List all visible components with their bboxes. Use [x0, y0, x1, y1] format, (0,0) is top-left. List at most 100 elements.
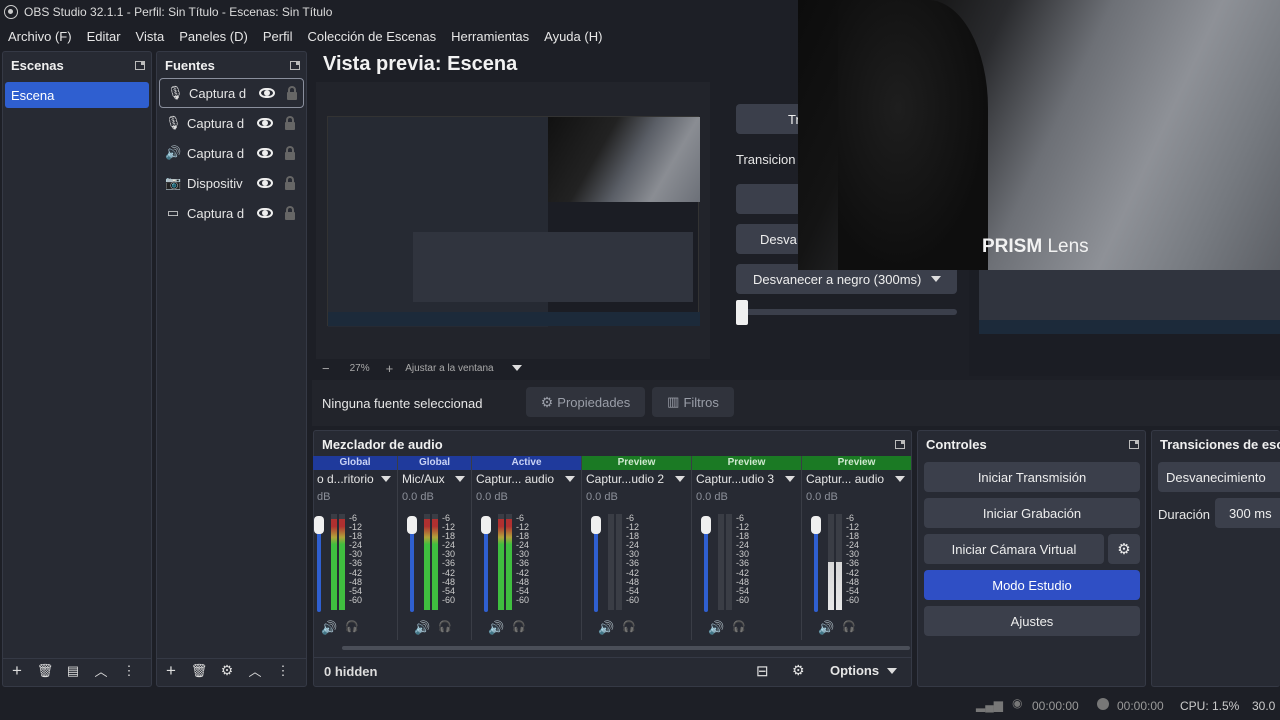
- channel-name-dropdown[interactable]: Captur... audio: [802, 470, 911, 488]
- start-recording-button[interactable]: Iniciar Grabación: [924, 498, 1140, 528]
- source-properties-gear-icon[interactable]: ⚙: [213, 661, 241, 681]
- channel-db: dB: [317, 491, 331, 503]
- channel-name-dropdown[interactable]: o d...ritorio: [313, 470, 397, 488]
- t-bar-handle[interactable]: [736, 300, 748, 325]
- duration-input[interactable]: 300 ms: [1215, 498, 1280, 528]
- source-item[interactable]: ▭ Captura d: [157, 198, 306, 228]
- mixer-channel: Active Captur... audio 0.0 dB -6 -12 -18 -24 -3…: [471, 456, 581, 640]
- t-bar-track[interactable]: [736, 309, 957, 315]
- visibility-eye-icon[interactable]: [259, 88, 275, 98]
- source-item[interactable]: 📷 Dispositiv: [157, 168, 306, 198]
- source-item[interactable]: 🎙 Captura d: [157, 108, 306, 138]
- monitor-headphones-icon[interactable]: 🎧: [842, 620, 856, 633]
- mixer-scrollbar[interactable]: [342, 646, 910, 650]
- menu-coleccion[interactable]: Colección de Escenas: [307, 29, 436, 44]
- fit-dropdown-icon[interactable]: [511, 365, 522, 371]
- channel-name-dropdown[interactable]: Captur... audio: [472, 470, 581, 488]
- lock-icon[interactable]: [287, 86, 297, 100]
- source-toolbar: Ninguna fuente seleccionad ⚙ Propiedades…: [312, 380, 1280, 426]
- channel-name-dropdown[interactable]: Mic/Aux: [398, 470, 471, 488]
- stream-status-icon: ◉: [1012, 696, 1023, 710]
- mixer-options-button[interactable]: Options: [830, 663, 898, 678]
- add-source-icon[interactable]: +: [157, 661, 185, 681]
- mute-speaker-icon[interactable]: 🔊: [818, 620, 834, 636]
- lock-icon[interactable]: [285, 176, 295, 190]
- zoom-in-button[interactable]: +: [386, 361, 394, 376]
- undock-icon[interactable]: [135, 60, 145, 70]
- mixer-settings-icon[interactable]: ⚙: [792, 662, 805, 679]
- menu-editar[interactable]: Editar: [87, 29, 121, 44]
- volume-fader-track[interactable]: [484, 522, 488, 612]
- monitor-headphones-icon[interactable]: 🎧: [732, 620, 746, 633]
- mute-speaker-icon[interactable]: 🔊: [414, 620, 430, 636]
- visibility-eye-icon[interactable]: [257, 178, 273, 188]
- mute-speaker-icon[interactable]: 🔊: [708, 620, 724, 636]
- studio-mode-button[interactable]: Modo Estudio: [924, 570, 1140, 600]
- volume-fader-knob[interactable]: [481, 516, 491, 534]
- quick-transition-button[interactable]: [736, 184, 806, 214]
- fade-button[interactable]: Desva: [736, 224, 806, 254]
- volume-fader-knob[interactable]: [407, 516, 417, 534]
- volume-fader-track[interactable]: [317, 522, 321, 612]
- menu-paneles[interactable]: Paneles (D): [179, 29, 248, 44]
- volume-fader-track[interactable]: [704, 522, 708, 612]
- lock-icon[interactable]: [285, 116, 295, 130]
- monitor-headphones-icon[interactable]: 🎧: [512, 620, 526, 633]
- more-icon[interactable]: ⋮: [269, 661, 297, 681]
- volume-fader-knob[interactable]: [811, 516, 821, 534]
- chevron-down-icon: [675, 476, 685, 482]
- volume-fader-track[interactable]: [410, 522, 414, 612]
- undock-icon[interactable]: [290, 60, 300, 70]
- source-item[interactable]: 🔊 Captura d: [157, 138, 306, 168]
- remove-source-icon[interactable]: 🗑: [185, 661, 213, 681]
- add-scene-icon[interactable]: +: [3, 661, 31, 681]
- mute-speaker-icon[interactable]: 🔊: [598, 620, 614, 636]
- zoom-out-button[interactable]: −: [322, 361, 330, 376]
- layout-toggle-icon[interactable]: ⊟: [756, 662, 769, 680]
- scene-filters-icon[interactable]: ▤: [59, 661, 87, 681]
- volume-fader-knob[interactable]: [701, 516, 711, 534]
- visibility-eye-icon[interactable]: [257, 118, 273, 128]
- settings-button[interactable]: Ajustes: [924, 606, 1140, 636]
- source-item[interactable]: 🎙 Captura d: [159, 78, 304, 108]
- monitor-headphones-icon[interactable]: 🎧: [622, 620, 636, 633]
- virtual-camera-settings-button[interactable]: ⚙: [1108, 534, 1140, 564]
- volume-fader-knob[interactable]: [314, 516, 324, 534]
- scene-item[interactable]: Escena: [5, 82, 149, 108]
- lock-icon[interactable]: [285, 206, 295, 220]
- move-up-icon[interactable]: ︿: [87, 661, 115, 681]
- transition-button[interactable]: Tr: [736, 104, 806, 134]
- more-icon[interactable]: ⋮: [115, 661, 143, 681]
- menu-archivo[interactable]: Archivo (F): [8, 29, 72, 44]
- transition-select[interactable]: Desvanecimiento: [1158, 462, 1280, 492]
- menu-perfil[interactable]: Perfil: [263, 29, 293, 44]
- menu-vista[interactable]: Vista: [136, 29, 165, 44]
- preview-screen[interactable]: [327, 116, 700, 327]
- channel-name-dropdown[interactable]: Captur...udio 3: [692, 470, 801, 488]
- volume-fader-knob[interactable]: [591, 516, 601, 534]
- visibility-eye-icon[interactable]: [257, 148, 273, 158]
- menu-ayuda[interactable]: Ayuda (H): [544, 29, 602, 44]
- mute-speaker-icon[interactable]: 🔊: [321, 620, 337, 636]
- start-stream-button[interactable]: Iniciar Transmisión: [924, 462, 1140, 492]
- volume-fader-track[interactable]: [814, 522, 818, 612]
- properties-button[interactable]: ⚙ Propiedades: [526, 387, 645, 417]
- channel-status-header: Preview: [802, 456, 911, 470]
- channel-status-header: Global: [398, 456, 471, 470]
- virtual-camera-button[interactable]: Iniciar Cámara Virtual: [924, 534, 1104, 564]
- move-up-icon[interactable]: ︿: [241, 661, 269, 681]
- undock-icon[interactable]: [1129, 439, 1139, 449]
- undock-icon[interactable]: [895, 439, 905, 449]
- monitor-headphones-icon[interactable]: 🎧: [438, 620, 452, 633]
- menu-herramientas[interactable]: Herramientas: [451, 29, 529, 44]
- volume-fader-track[interactable]: [594, 522, 598, 612]
- fit-window-label[interactable]: Ajustar a la ventana: [405, 363, 493, 374]
- remove-scene-icon[interactable]: 🗑: [31, 661, 59, 681]
- visibility-eye-icon[interactable]: [257, 208, 273, 218]
- channel-name-dropdown[interactable]: Captur...udio 2: [582, 470, 691, 488]
- camera-icon: 📷: [165, 175, 182, 190]
- lock-icon[interactable]: [285, 146, 295, 160]
- filters-button[interactable]: ▥ Filtros: [652, 387, 734, 417]
- mute-speaker-icon[interactable]: 🔊: [488, 620, 504, 636]
- monitor-headphones-icon[interactable]: 🎧: [345, 620, 359, 633]
